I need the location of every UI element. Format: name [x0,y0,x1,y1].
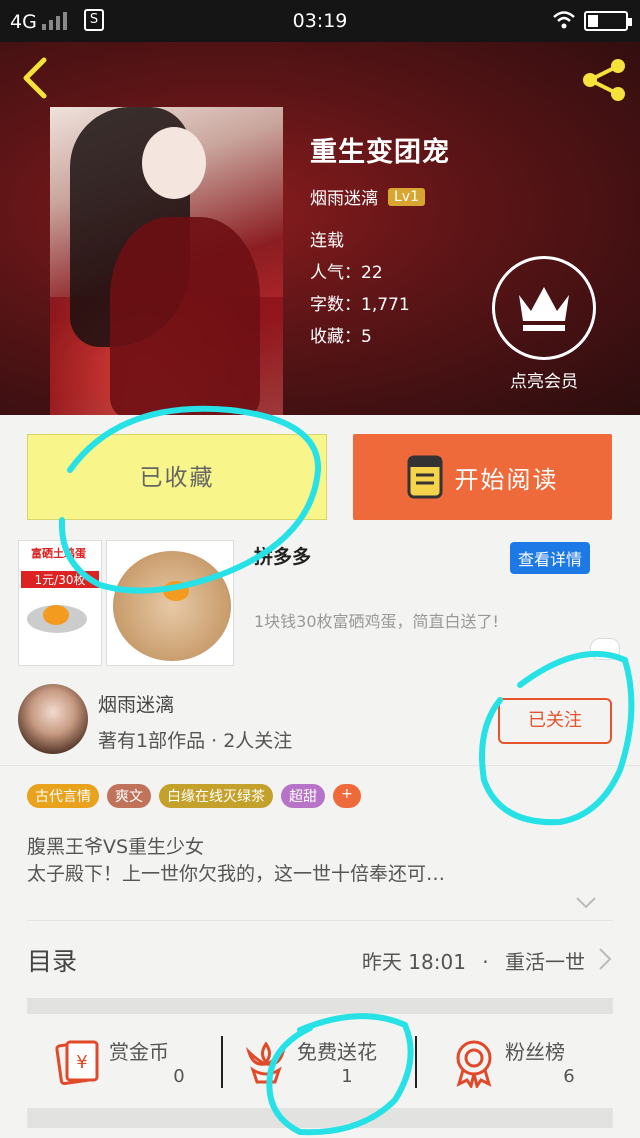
book-popularity: 人气：22 [310,263,383,283]
ad-title[interactable]: 拼多多 [254,542,311,569]
fan-ranking-stat[interactable]: 粉丝榜 6 [451,1030,611,1100]
book-description[interactable]: 腹黑王爷VS重生少女 太子殿下！上一世你欠我的，这一世十倍奉还可… [27,834,607,888]
author-name[interactable]: 烟雨迷漓 [98,690,174,717]
reward-coin-stat[interactable]: ¥ 赏金币 0 [55,1030,225,1100]
book-header: 重生变团宠 烟雨迷漓 Lv1 连载 人气：22 字数：1,771 收藏：5 点亮… [0,42,640,415]
add-tag-button[interactable]: + [333,784,361,808]
chevron-down-icon[interactable] [575,895,597,914]
reward-coin-label: 赏金币 [109,1040,169,1064]
description-line-1: 腹黑王爷VS重生少女 [27,836,205,858]
vip-label[interactable]: 点亮会员 [478,367,610,392]
favorited-button[interactable]: 已收藏 [27,434,327,520]
tag-chip[interactable]: 古代言情 [27,784,99,808]
section-separator [27,1108,613,1128]
avatar[interactable] [18,684,88,754]
svg-text:¥: ¥ [76,1052,87,1073]
status-bar: 4G S 03:19 [0,0,640,42]
ad-badge-price: 1元/30枚 [21,571,99,588]
fan-ranking-label: 粉丝榜 [505,1040,565,1064]
toc-latest-chapter: 重活一世 [505,950,585,974]
tag-chip[interactable]: 超甜 [281,784,325,808]
free-flower-stat[interactable]: 免费送花 1 [243,1030,423,1100]
ad-close-button[interactable] [590,638,620,660]
chevron-right-icon [597,946,613,976]
author-stats: 著有1部作品 · 2人关注 [98,730,293,752]
ad-banner[interactable]: 富硒土鸡蛋 1元/30枚 拼多多 查看详情 1块钱30枚富硒鸡蛋，简直白送了! [18,540,620,666]
book-author[interactable]: 烟雨迷漓 [310,184,378,209]
back-button[interactable] [18,56,54,100]
book-author-line: 烟雨迷漓 Lv1 [310,184,425,209]
ad-image-egg-promo[interactable]: 富硒土鸡蛋 1元/30枚 [18,540,102,666]
book-icon [407,455,442,499]
divider [27,920,613,921]
divider [221,1036,223,1088]
flower-icon [245,1041,287,1084]
ad-image-egg-basket[interactable] [106,540,234,666]
wifi-icon [552,10,576,35]
battery-icon [584,11,632,31]
engagement-stats: ¥ 赏金币 0 免费送花 1 粉丝榜 6 [27,1016,613,1108]
fan-ranking-count: 6 [563,1066,575,1087]
vip-button[interactable] [492,256,596,360]
tag-chip[interactable]: 白缘在线灭绿茶 [159,784,273,808]
table-of-contents-row[interactable]: 目录 昨天 18:01 · 重活一世 [27,940,613,984]
divider [415,1036,417,1088]
tag-chip[interactable]: 爽文 [107,784,151,808]
description-line-2: 太子殿下！上一世你欠我的，这一世十倍奉还可… [27,863,446,885]
author-level-badge: Lv1 [388,187,425,206]
medal-icon [456,1040,492,1088]
section-separator [27,998,613,1014]
ad-detail-button[interactable]: 查看详情 [510,542,591,574]
toc-updated-time: 昨天 18:01 [361,950,466,974]
free-flower-count: 1 [341,1066,353,1087]
toc-latest-info: 昨天 18:01 · 重活一世 [362,946,585,975]
share-button[interactable] [580,58,630,102]
author-card[interactable]: 烟雨迷漓 著有1部作品 · 2人关注 已关注 [0,680,640,766]
book-collections: 收藏：5 [310,327,372,347]
book-title: 重生变团宠 [310,137,450,168]
start-reading-label: 开始阅读 [454,465,559,494]
crown-icon [519,287,569,331]
book-word-count: 字数：1,771 [310,295,410,315]
book-cover-image[interactable] [50,107,283,415]
toc-label: 目录 [27,947,78,976]
book-status: 连载 [310,231,344,251]
follow-button[interactable]: 已关注 [498,698,612,744]
ad-badge-title: 富硒土鸡蛋 [31,547,86,560]
ad-description[interactable]: 1块钱30枚富硒鸡蛋，简直白送了! [254,608,499,632]
clock: 03:19 [292,10,348,32]
reward-coin-count: 0 [173,1066,185,1087]
tag-list: 古代言情 爽文 白缘在线灭绿茶 超甜 + [27,784,361,808]
toc-separator: · [482,950,489,974]
free-flower-label: 免费送花 [297,1040,377,1064]
start-reading-button[interactable]: 开始阅读 [353,434,612,520]
reward-coin-icon: ¥ [55,1040,99,1086]
